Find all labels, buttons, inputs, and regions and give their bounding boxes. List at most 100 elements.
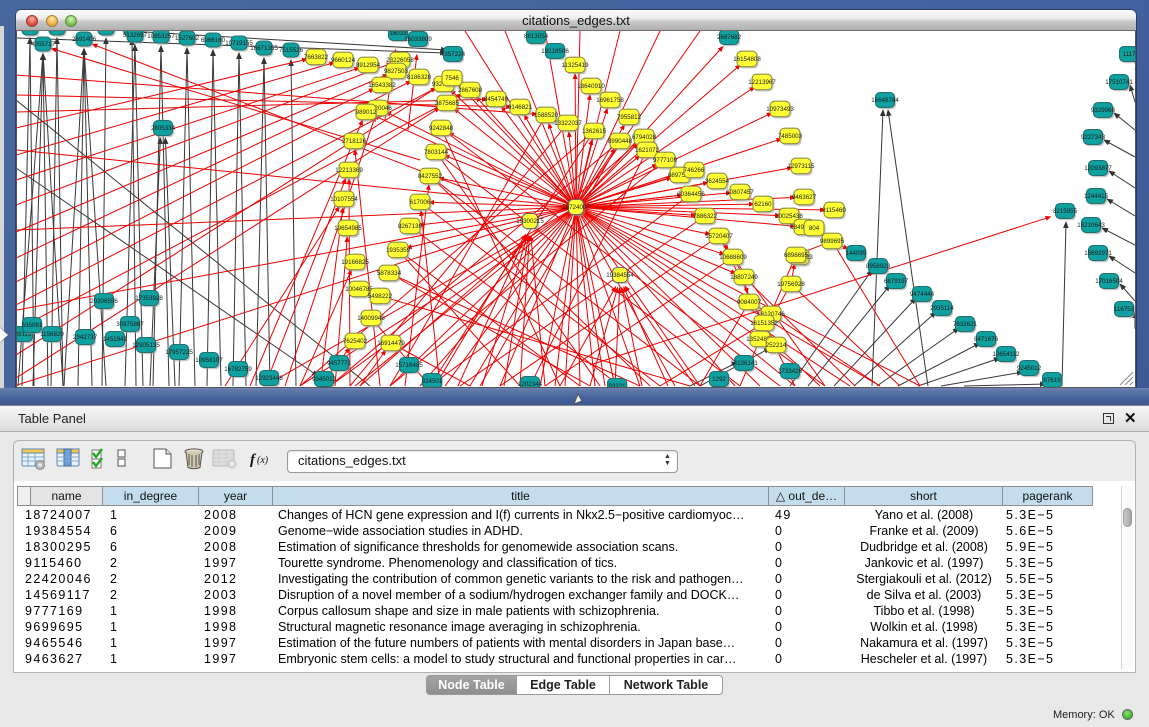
svg-text:16210643: 16210643 (1077, 222, 1105, 229)
svg-text:16154808: 16154808 (733, 56, 761, 63)
svg-text:12923448: 12923448 (255, 375, 283, 382)
svg-text:12093877: 12093877 (1084, 165, 1112, 172)
svg-text:16782759: 16782759 (224, 366, 252, 373)
svg-text:12213967: 12213967 (748, 79, 776, 86)
svg-text:7663822: 7663822 (304, 54, 329, 61)
svg-text:1362615: 1362615 (582, 128, 607, 135)
svg-text:16914479: 16914479 (377, 340, 405, 347)
svg-text:10046785: 10046785 (345, 286, 373, 293)
svg-text:20364456: 20364456 (677, 191, 705, 198)
svg-text:2687682: 2687682 (717, 34, 742, 41)
svg-text:7485003: 7485003 (778, 133, 803, 140)
svg-text:7546: 7546 (445, 75, 459, 82)
svg-text:1156829: 1156829 (40, 331, 64, 338)
svg-text:16961758: 16961758 (596, 97, 624, 104)
svg-text:8471676: 8471676 (974, 336, 999, 343)
svg-text:8912954: 8912954 (356, 62, 381, 69)
svg-text:824501: 824501 (422, 378, 443, 385)
svg-text:f: f (250, 452, 257, 468)
svg-text:2935114: 2935114 (930, 305, 954, 312)
svg-text:10107554: 10107554 (330, 196, 358, 203)
svg-text:5878334: 5878334 (377, 270, 402, 277)
svg-text:17957225: 17957225 (165, 349, 193, 356)
svg-text:15716485: 15716485 (395, 362, 423, 369)
svg-text:9242848: 9242848 (429, 125, 454, 132)
svg-text:1202344: 1202344 (518, 381, 543, 387)
svg-text:8427552: 8427552 (418, 173, 443, 180)
svg-text:13322037: 13322037 (554, 120, 582, 127)
svg-text:19654985: 19654985 (334, 225, 362, 232)
svg-text:19218506: 19218506 (541, 48, 569, 55)
svg-text:19300215: 19300215 (516, 218, 544, 225)
svg-text:5132697: 5132697 (123, 32, 148, 39)
svg-text:6879197: 6879197 (884, 278, 909, 285)
svg-text:4055717: 4055717 (31, 41, 56, 48)
svg-text:7625402: 7625402 (343, 338, 368, 345)
svg-text:18724007: 18724007 (562, 204, 590, 211)
svg-text:87619: 87619 (1043, 377, 1061, 384)
svg-text:7357224: 7357224 (441, 51, 466, 58)
svg-text:1733426: 1733426 (778, 368, 803, 375)
svg-text:1451941: 1451941 (103, 336, 128, 343)
svg-text:12973115: 12973115 (787, 163, 815, 170)
svg-text:1244415: 1244415 (1084, 193, 1109, 200)
svg-text:19756928: 19756928 (777, 281, 805, 288)
svg-text:7515526: 7515526 (279, 47, 304, 54)
svg-text:635061: 635061 (22, 322, 43, 329)
svg-text:15692971: 15692971 (1084, 250, 1112, 257)
svg-text:2805334: 2805334 (151, 125, 176, 132)
svg-text:9245012: 9245012 (1017, 365, 1042, 372)
svg-text:9463627: 9463627 (792, 194, 817, 201)
svg-text:9227343: 9227343 (1081, 134, 1106, 141)
svg-text:14009948: 14009948 (357, 315, 385, 322)
svg-text:7632621: 7632621 (953, 321, 978, 328)
svg-text:9457771: 9457771 (327, 360, 352, 367)
svg-text:144095: 144095 (846, 250, 867, 257)
svg-text:62160: 62160 (754, 201, 772, 208)
svg-text:30975867: 30975867 (116, 321, 144, 328)
svg-text:16543382: 16543382 (368, 82, 396, 89)
svg-text:1292: 1292 (712, 376, 726, 383)
svg-text:1935359: 1935359 (386, 247, 411, 254)
svg-text:1588520: 1588520 (534, 112, 559, 119)
svg-text:6794028: 6794028 (632, 134, 657, 141)
svg-text:16671355: 16671355 (250, 45, 278, 52)
svg-text:9899695: 9899695 (820, 238, 845, 245)
svg-text:93221: 93221 (608, 383, 626, 387)
svg-text:12905135: 12905135 (132, 342, 160, 349)
svg-text:3875685: 3875685 (435, 100, 460, 107)
svg-text:9660124: 9660124 (331, 57, 356, 64)
svg-text:8215955: 8215955 (1053, 208, 1078, 215)
svg-text:9329966: 9329966 (1091, 107, 1116, 114)
svg-text:9084007: 9084007 (737, 299, 762, 306)
svg-text:2718126: 2718126 (342, 138, 367, 145)
svg-text:17510741: 17510741 (1105, 79, 1133, 86)
svg-text:2691406: 2691406 (72, 36, 97, 43)
svg-text:18640910: 18640910 (577, 83, 605, 90)
svg-text:9115460: 9115460 (822, 207, 846, 214)
svg-text:10958107: 10958107 (195, 357, 223, 364)
svg-text:19384554: 19384554 (606, 272, 634, 279)
svg-text:746266: 746266 (684, 167, 705, 174)
svg-text:10688609: 10688609 (719, 254, 747, 261)
svg-text:10973493: 10973493 (766, 106, 794, 113)
svg-text:9777109: 9777109 (653, 157, 678, 164)
svg-text:14136141: 14136141 (730, 360, 758, 367)
svg-text:16151352: 16151352 (750, 320, 778, 327)
svg-text:10654112: 10654112 (992, 351, 1020, 358)
svg-text:6966160: 6966160 (201, 37, 226, 44)
svg-text:804: 804 (809, 225, 820, 232)
svg-text:989012: 989012 (356, 109, 377, 116)
svg-text:16033809: 16033809 (404, 36, 432, 43)
svg-text:3624554: 3624554 (705, 178, 730, 185)
svg-text:11325419: 11325419 (561, 62, 589, 69)
svg-text:2867608: 2867608 (458, 87, 483, 94)
svg-text:8990448: 8990448 (608, 138, 633, 145)
svg-text:9827503: 9827503 (384, 68, 409, 75)
svg-text:9345012: 9345012 (312, 376, 337, 383)
svg-text:8813054: 8813054 (524, 33, 549, 40)
svg-text:10807457: 10807457 (726, 189, 754, 196)
svg-text:10853257: 10853257 (147, 33, 175, 40)
svg-text:12213369: 12213369 (335, 167, 363, 174)
svg-text:17016504: 17016504 (1095, 278, 1123, 285)
